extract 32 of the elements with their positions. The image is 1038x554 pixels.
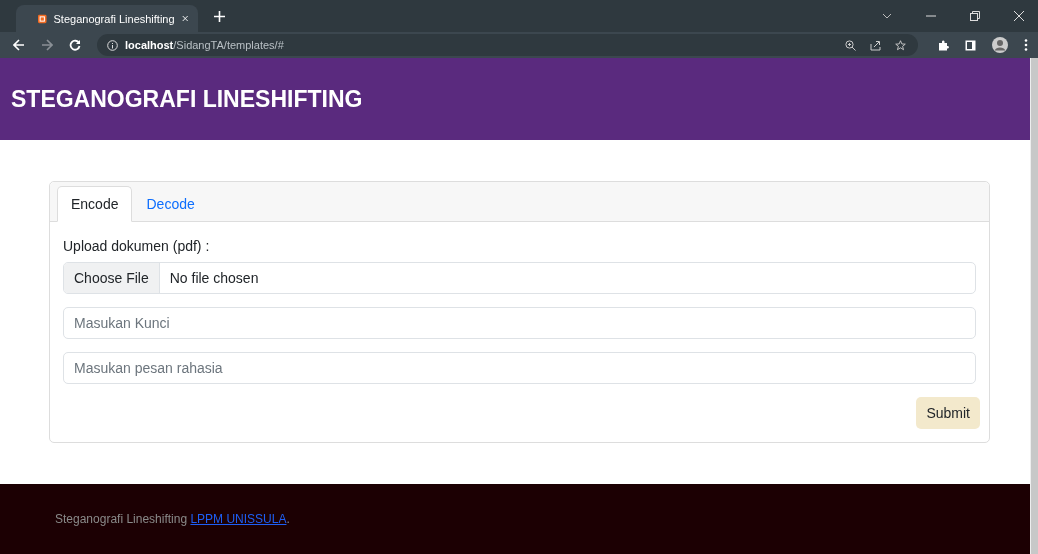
tab-title: Steganografi Lineshifting (53, 12, 175, 25)
star-icon[interactable] (895, 39, 906, 51)
menu-icon[interactable] (1024, 39, 1028, 51)
url-text: localhost/SidangTA/templates/# (125, 39, 284, 51)
footer-text: Steganografi Lineshifting LPPM UNISSULA. (55, 512, 290, 526)
chevron-down-icon[interactable] (882, 13, 892, 19)
tab[interactable]: Encode (57, 186, 133, 222)
input-field[interactable]: Masukan pesan rahasia (63, 352, 976, 384)
file-status: No file chosen (168, 269, 260, 288)
new-tab-icon[interactable] (214, 10, 225, 22)
forward-icon[interactable] (41, 39, 53, 51)
input-field[interactable]: Masukan Kunci (63, 307, 976, 339)
info-icon (107, 39, 118, 51)
file-input[interactable]: Choose File No file chosen (63, 262, 976, 294)
upload-label: Upload dokumen (pdf) : (63, 238, 211, 254)
sidebar-icon[interactable] (965, 39, 976, 51)
back-icon[interactable] (13, 39, 25, 51)
scrollbar[interactable] (1030, 58, 1038, 554)
choose-file-button[interactable]: Choose File (64, 263, 160, 293)
restore-icon[interactable] (970, 11, 980, 21)
tab[interactable]: Decode (132, 186, 209, 222)
address-bar[interactable]: localhost/SidangTA/templates/# (97, 34, 918, 56)
browser-tab[interactable]: Steganografi Lineshifting (16, 5, 198, 32)
favicon-icon (38, 12, 47, 25)
page-title: STEGANOGRAFI LINESHIFTING (11, 85, 363, 113)
reload-icon[interactable] (69, 39, 81, 51)
zoom-icon[interactable] (845, 39, 856, 51)
submit-button[interactable]: Submit (916, 397, 980, 429)
puzzle-icon[interactable] (938, 39, 949, 51)
close-icon[interactable] (1014, 11, 1024, 21)
avatar-icon[interactable] (992, 37, 1008, 53)
share-icon[interactable] (870, 39, 881, 51)
